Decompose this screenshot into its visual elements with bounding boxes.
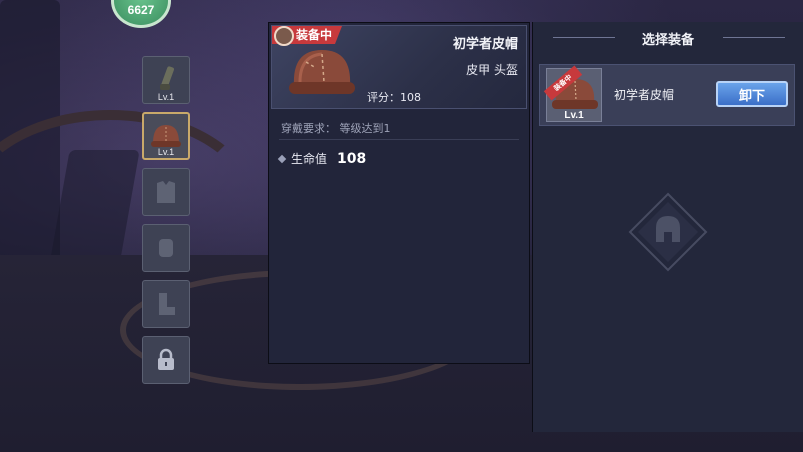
stat-label: 生命值	[291, 152, 328, 166]
panel-title: 选择装备	[641, 33, 694, 48]
wear-requirement: 穿戴要求： 等级达到1	[281, 122, 391, 135]
item-name: 初学者皮帽	[614, 88, 675, 102]
item-type: 皮甲 头盔	[466, 63, 518, 77]
leather-hat-icon	[289, 50, 355, 94]
list-item[interactable]: 装备中 Lv.1 初学者皮帽 卸下	[539, 64, 795, 126]
currency-value: 6627	[127, 3, 155, 17]
helmet-emblem-icon	[628, 192, 708, 272]
gloves-icon	[159, 239, 173, 257]
slot-weapon[interactable]: Lv.1	[142, 56, 190, 104]
item-detail-panel: 装备中 初学者皮帽 皮甲 头盔 评分：108 穿戴要求： 等级达到1 生命值 1…	[268, 22, 530, 364]
slot-helmet[interactable]: Lv.1	[142, 112, 190, 160]
lock-icon	[158, 348, 174, 370]
select-equipment-panel: 选择装备 装备中 Lv.1 初学者皮帽 卸下	[532, 22, 803, 432]
slot-boots[interactable]	[142, 280, 190, 328]
slot-level: Lv.1	[157, 92, 175, 102]
stat-value: 108	[337, 150, 367, 167]
stat-row: 生命值 108	[277, 150, 367, 167]
divider	[279, 139, 519, 140]
armor-icon	[157, 181, 175, 203]
slot-armor[interactable]	[142, 168, 190, 216]
item-name: 初学者皮帽	[452, 37, 518, 52]
slot-locked[interactable]	[142, 336, 190, 384]
item-slot: 装备中 Lv.1	[543, 65, 602, 122]
item-detail-header: 装备中 初学者皮帽 皮甲 头盔 评分：108	[271, 25, 527, 109]
item-level: Lv.1	[564, 110, 584, 121]
bullet-icon	[277, 154, 287, 163]
item-score: 评分：108	[367, 91, 421, 104]
slot-level: Lv.1	[157, 147, 175, 157]
unequip-button[interactable]: 卸下	[716, 81, 788, 107]
boots-icon	[159, 293, 175, 315]
slot-gloves[interactable]	[142, 224, 190, 272]
